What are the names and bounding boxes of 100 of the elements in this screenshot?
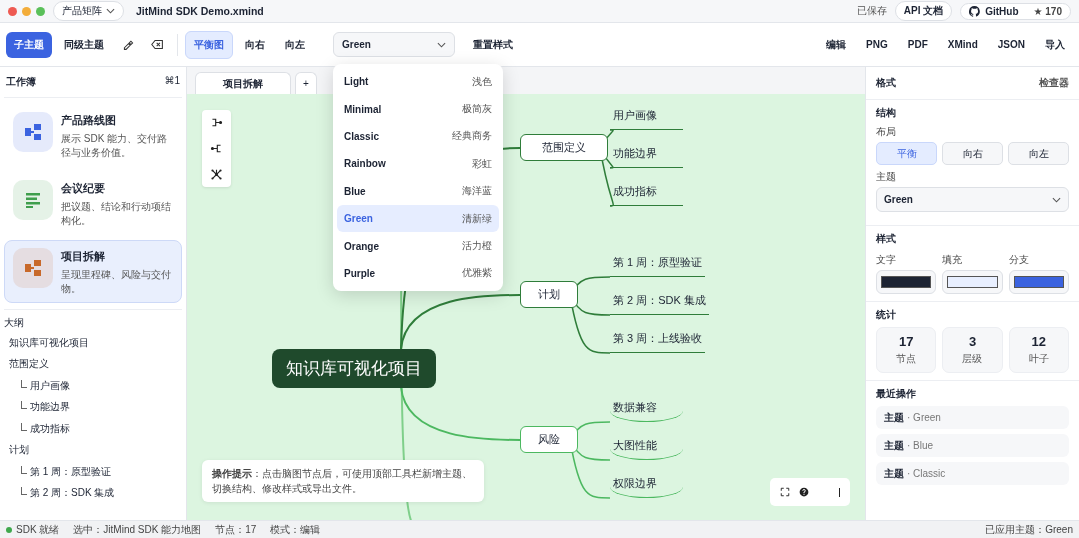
color-picker[interactable] bbox=[876, 270, 937, 294]
export-button[interactable]: 导入 bbox=[1037, 31, 1073, 58]
workspace-dropdown[interactable]: 产品矩阵 bbox=[53, 1, 124, 21]
stat-label: 层级 bbox=[962, 352, 983, 366]
section-title: 统计 bbox=[876, 308, 897, 322]
field-label: 填充 bbox=[942, 253, 964, 267]
color-picker[interactable] bbox=[1008, 270, 1069, 294]
status-text: SDK 就绪 bbox=[16, 522, 60, 537]
minimize-window-dot[interactable] bbox=[22, 6, 31, 16]
root-topic[interactable]: 知识库可视化项目 bbox=[272, 349, 436, 388]
action-detail: · Blue bbox=[907, 440, 934, 451]
github-button[interactable]: GitHub ★ 170 bbox=[960, 2, 1071, 20]
status-text: 选中：JitMind SDK 能力地图 bbox=[73, 522, 202, 537]
theme-option[interactable]: Blue 海洋蓝 bbox=[337, 177, 499, 205]
layout-option[interactable]: 平衡 bbox=[876, 142, 937, 165]
workbook-card[interactable]: 产品路线图 展示 SDK 能力、交付路径与业务价值。 bbox=[4, 104, 182, 167]
outline-item[interactable]: 成功指标 bbox=[30, 421, 70, 436]
tree-branch-icon bbox=[21, 401, 27, 410]
section-title: 样式 bbox=[876, 232, 897, 246]
theme-select[interactable]: Green bbox=[333, 32, 455, 57]
leaf-topic[interactable]: 用户画像 bbox=[610, 108, 683, 130]
leaf-topic[interactable]: 大图性能 bbox=[610, 438, 683, 460]
layout-option[interactable]: 向右 bbox=[942, 142, 1003, 165]
leaf-topic[interactable]: 数据兼容 bbox=[610, 400, 683, 422]
sidebar-title: 工作簿 bbox=[6, 75, 36, 89]
add-tab-button[interactable]: + bbox=[295, 72, 317, 94]
panel-title: 格式 bbox=[876, 76, 896, 90]
outline-item[interactable]: 范围定义 bbox=[4, 353, 182, 375]
left-tree-icon[interactable] bbox=[210, 142, 223, 155]
layout-button[interactable]: 向左 bbox=[277, 31, 313, 58]
star-count: ★ 170 bbox=[1033, 5, 1062, 17]
field-label: 主题 bbox=[876, 170, 897, 184]
chevron-down-icon bbox=[1052, 196, 1061, 203]
theme-option[interactable]: Green 清新绿 bbox=[337, 204, 499, 233]
github-icon bbox=[969, 5, 981, 17]
stat-value: 12 bbox=[1031, 334, 1047, 349]
file-name: JitMind SDK Demo.xmind bbox=[136, 5, 264, 17]
export-button[interactable]: PNG bbox=[858, 33, 896, 56]
leaf-topic[interactable]: 权限边界 bbox=[610, 476, 683, 498]
theme-option[interactable]: Orange 活力橙 bbox=[337, 232, 499, 260]
zoom-window-dot[interactable] bbox=[36, 6, 45, 16]
status-dot bbox=[6, 526, 12, 533]
outline-item[interactable]: 用户画像 bbox=[30, 378, 70, 393]
canvas-tab[interactable]: 项目拆解 bbox=[195, 72, 291, 94]
theme-option[interactable]: Purple 优雅紫 bbox=[337, 259, 499, 288]
theme-option[interactable]: Light 浅色 bbox=[337, 68, 499, 96]
card-title: 项目拆解 bbox=[61, 250, 106, 264]
tree-branch-icon bbox=[21, 422, 27, 431]
leaf-topic[interactable]: 第 1 周：原型验证 bbox=[610, 255, 706, 277]
leaf-topic[interactable]: 成功指标 bbox=[610, 184, 683, 206]
theme-option[interactable]: Minimal 极简灰 bbox=[337, 95, 499, 123]
leaf-topic[interactable]: 功能边界 bbox=[610, 146, 683, 168]
fit-screen-icon[interactable] bbox=[780, 487, 790, 497]
toolbar-button[interactable]: 同级主题 bbox=[56, 31, 112, 58]
status-text: 已应用主题：Green bbox=[985, 522, 1073, 537]
export-button[interactable]: JSON bbox=[989, 33, 1033, 56]
theme-option[interactable]: Rainbow 彩虹 bbox=[337, 150, 499, 178]
workbook-card[interactable]: 项目拆解 呈现里程碑、风险与交付物。 bbox=[4, 240, 182, 303]
delete-icon[interactable] bbox=[151, 38, 164, 51]
panel-subtitle: 检查器 bbox=[1039, 76, 1069, 90]
reset-style-button[interactable]: 重置样式 bbox=[465, 31, 521, 58]
branch-topic[interactable]: 计划 bbox=[520, 281, 578, 308]
export-button[interactable]: XMind bbox=[939, 33, 986, 56]
shortcut-hint: ⌘1 bbox=[164, 75, 180, 88]
card-title: 产品路线图 bbox=[61, 114, 117, 128]
stat-value: 17 bbox=[898, 334, 914, 349]
leaf-topic[interactable]: 第 2 周：SDK 集成 bbox=[610, 293, 709, 315]
card-description: 把议题、结论和行动项结构化。 bbox=[61, 200, 172, 227]
radial-map-icon[interactable] bbox=[210, 168, 223, 181]
layout-button[interactable]: 平衡图 bbox=[185, 30, 233, 59]
theme-option[interactable]: Classic 经典商务 bbox=[337, 122, 499, 151]
field-label: 分支 bbox=[1008, 253, 1030, 267]
stat-value: 3 bbox=[968, 334, 977, 349]
leaf-topic[interactable]: 第 3 周：上线验收 bbox=[610, 331, 706, 353]
workbook-card[interactable]: 会议纪要 把议题、结论和行动项结构化。 bbox=[4, 172, 182, 235]
outline-item[interactable]: 功能边界 bbox=[30, 400, 70, 415]
close-window-dot[interactable] bbox=[8, 6, 17, 16]
outline-item[interactable]: 第 2 周：SDK 集成 bbox=[30, 486, 115, 501]
toolbar-button[interactable]: 子主题 bbox=[6, 31, 52, 58]
outline-item[interactable]: 第 1 周：原型验证 bbox=[30, 464, 112, 479]
right-tree-icon[interactable] bbox=[210, 116, 223, 129]
layout-button[interactable]: 向右 bbox=[237, 31, 273, 58]
branch-topic[interactable]: 风险 bbox=[520, 426, 578, 453]
api-docs-button[interactable]: API 文档 bbox=[894, 1, 953, 21]
section-title: 结构 bbox=[876, 106, 897, 120]
tree-branch-icon bbox=[21, 487, 27, 496]
card-description: 展示 SDK 能力、交付路径与业务价值。 bbox=[61, 132, 169, 159]
export-button[interactable]: PDF bbox=[899, 33, 936, 56]
action-type: 主题 bbox=[884, 466, 904, 481]
help-icon[interactable] bbox=[799, 487, 809, 497]
layout-option[interactable]: 向左 bbox=[1008, 142, 1069, 165]
card-description: 呈现里程碑、风险与交付物。 bbox=[61, 268, 172, 295]
outline-item[interactable]: 计划 bbox=[4, 439, 182, 461]
export-button[interactable]: 编辑 bbox=[818, 31, 855, 58]
branch-topic[interactable]: 范围定义 bbox=[520, 134, 608, 161]
field-label: 布局 bbox=[876, 125, 897, 139]
outline-item[interactable]: 知识库可视化项目 bbox=[4, 332, 182, 354]
theme-select[interactable]: Green bbox=[876, 187, 1069, 212]
color-picker[interactable] bbox=[942, 270, 1003, 294]
action-type: 主题 bbox=[884, 438, 904, 453]
